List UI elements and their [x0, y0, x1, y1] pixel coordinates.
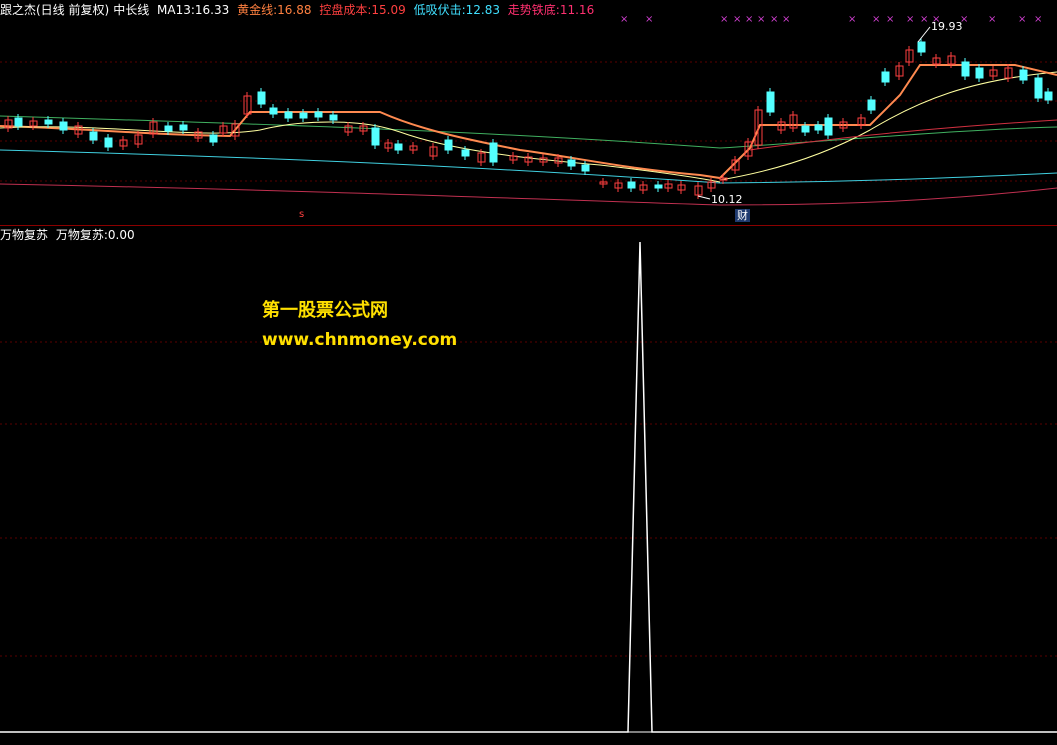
- candlestick-chart[interactable]: × × × × × × × × × × × × × × × × × ×: [0, 0, 1057, 226]
- candle-body: [14, 117, 23, 127]
- s-marker: s: [299, 209, 305, 220]
- candle-body: [269, 107, 278, 115]
- watermark-title: 第一股票公式网: [262, 300, 388, 321]
- control-cost-label: 控盘成本:: [319, 3, 372, 17]
- ma13-label: MA13:: [157, 3, 195, 17]
- indicator-item-label: 万物复苏:: [55, 228, 108, 242]
- candle-body: [314, 111, 323, 118]
- indicator-title: 万物复苏: [0, 228, 49, 242]
- candle-body: [89, 131, 98, 141]
- iron-bottom-line: [0, 183, 1057, 206]
- candle-body: [59, 121, 68, 131]
- high-pointer: [917, 26, 931, 43]
- signal-marker-icon: ×: [1018, 14, 1026, 25]
- candle-body: [975, 67, 984, 79]
- candle-body: [299, 112, 308, 119]
- candle-body: [654, 184, 663, 189]
- signal-marker-icon: ×: [988, 14, 996, 25]
- low-price-label: 10.12: [711, 193, 743, 206]
- candle-body: [257, 91, 266, 105]
- indicator-header: 万物复苏 万物复苏:0.00: [0, 227, 139, 243]
- watermark-url[interactable]: www.chnmoney.com: [262, 330, 457, 350]
- gold-line-value: 16.88: [277, 3, 312, 17]
- indicator-name: 跟之杰(日线 前复权): [0, 3, 110, 17]
- dip-ambush-label: 低吸伏击:: [413, 3, 466, 17]
- candle-body: [164, 125, 173, 132]
- candle-body: [814, 124, 823, 131]
- candle-body: [371, 127, 380, 146]
- high-price-label: 19.93: [931, 20, 963, 33]
- candle-body: [961, 61, 970, 77]
- candle-body: [824, 117, 833, 136]
- finance-event-badge[interactable]: 财: [735, 209, 750, 222]
- iron-bottom-value: 11.16: [559, 3, 595, 17]
- signal-marker-icon: ×: [720, 14, 728, 25]
- indicator-pane[interactable]: [0, 226, 1057, 741]
- candle-body: [881, 71, 890, 83]
- dip-ambush-value: 12.83: [465, 3, 500, 17]
- signal-marker-icon: ×: [645, 14, 653, 25]
- candle-body: [1019, 69, 1028, 81]
- signal-marker-icon: ×: [886, 14, 894, 25]
- signal-marker-icon: ×: [757, 14, 765, 25]
- control-cost-value: 15.09: [371, 3, 406, 17]
- candle-body: [394, 143, 403, 151]
- candle-body: [489, 142, 498, 163]
- signal-marker-icon: ×: [920, 14, 928, 25]
- candle-body: [627, 181, 636, 189]
- signal-marker-icon: ×: [848, 14, 856, 25]
- iron-bottom-label: 走势铁底:: [507, 3, 560, 17]
- candle-body: [209, 134, 218, 143]
- signal-marker-icon: ×: [733, 14, 741, 25]
- candle-body: [917, 41, 926, 53]
- candle-body: [329, 114, 338, 121]
- signal-marker-icon: ×: [782, 14, 790, 25]
- indicator-item-value: 0.00: [107, 228, 135, 242]
- candle-body: [104, 137, 113, 148]
- candle-body: [867, 99, 876, 111]
- signal-marker-icon: ×: [1034, 14, 1042, 25]
- signal-chart: [0, 241, 1057, 733]
- candle-body: [766, 91, 775, 113]
- candle-body: [284, 111, 293, 119]
- signal-marker-icon: ×: [906, 14, 914, 25]
- candle-body: [461, 149, 470, 157]
- candle-body: [44, 119, 53, 125]
- candle-body: [1044, 91, 1053, 101]
- low-pointer: [697, 195, 711, 200]
- candle-body: [581, 164, 590, 172]
- signal-marker-icon: ×: [620, 14, 628, 25]
- candle-body: [1034, 77, 1043, 99]
- gold-line-label: 黄金线:: [237, 3, 278, 17]
- signal-marker-icon: ×: [745, 14, 753, 25]
- candle-body: [179, 124, 188, 131]
- line-type: 中长线: [113, 3, 150, 17]
- candle-body: [801, 125, 810, 133]
- signal-marker-icon: ×: [872, 14, 880, 25]
- signal-marker-icon: ×: [770, 14, 778, 25]
- candle-body: [444, 139, 453, 151]
- price-header: 跟之杰(日线 前复权) 中长线 MA13:16.33 黄金线:16.88 控盘成本…: [0, 2, 598, 18]
- signal-line: [0, 241, 1057, 733]
- ma13-value: 16.33: [194, 3, 230, 17]
- price-chart-pane[interactable]: × × × × × × × × × × × × × × × × × ×: [0, 0, 1057, 226]
- candle-body: [567, 159, 576, 167]
